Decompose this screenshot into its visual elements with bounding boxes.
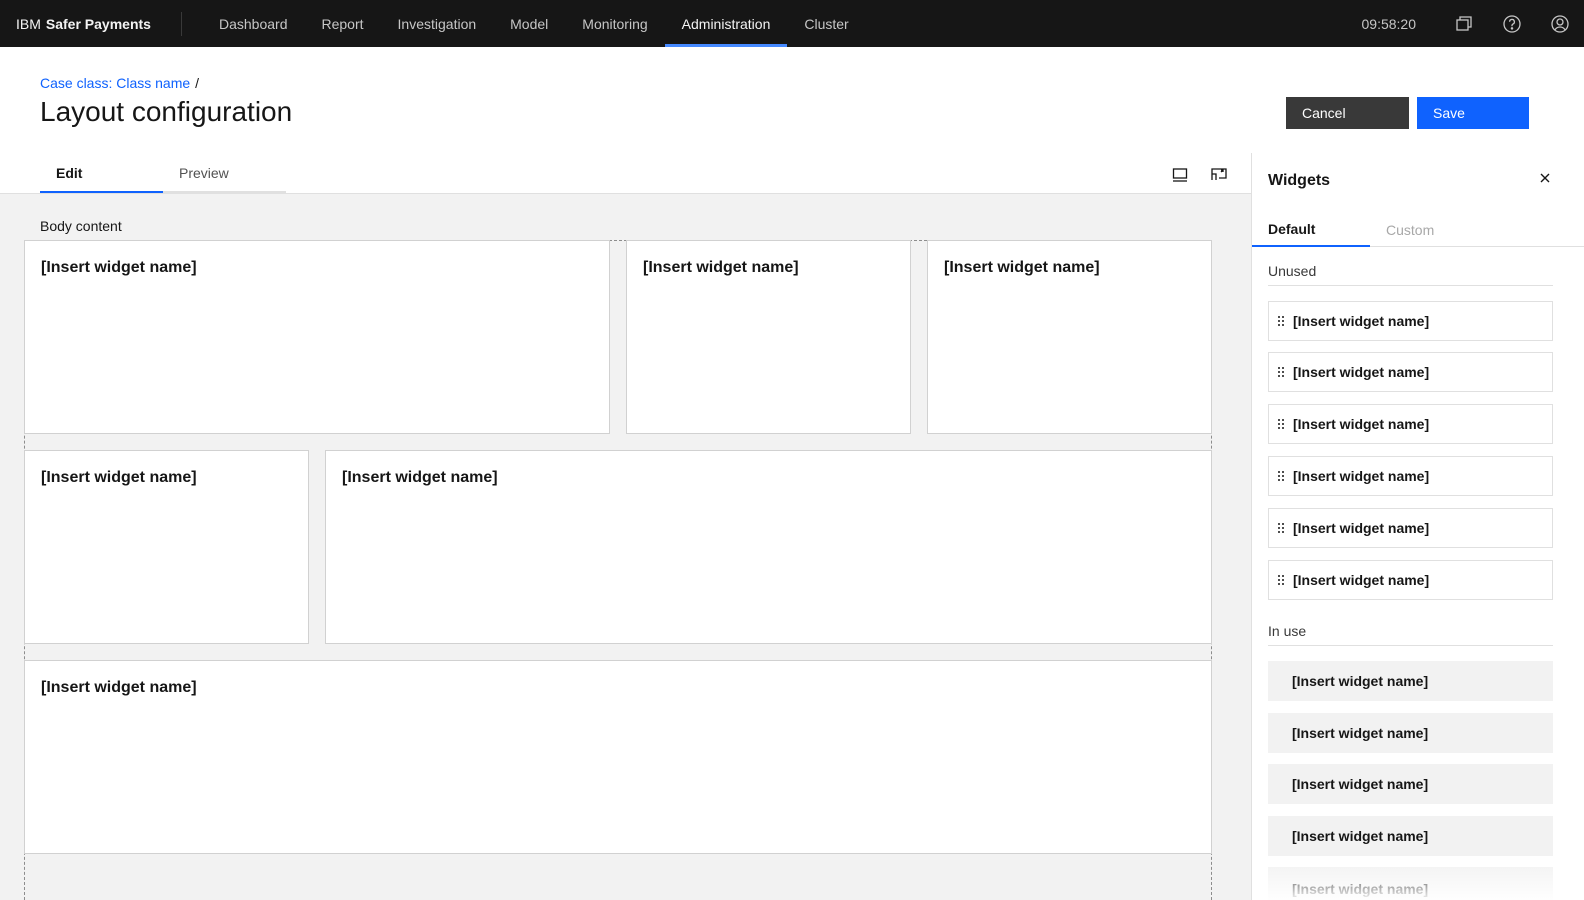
breadcrumb-link-case-class[interactable]: Case class: Class name — [40, 75, 190, 91]
layout-widget[interactable]: [Insert widget name] — [325, 450, 1212, 644]
nav-item-investigation[interactable]: Investigation — [381, 0, 494, 47]
in-use-widget-item: [Insert widget name] — [1268, 816, 1553, 856]
header-global-actions: 09:58:20 — [1362, 0, 1584, 47]
widget-item-label: [Insert widget name] — [1292, 881, 1429, 897]
save-button[interactable]: Save — [1417, 97, 1529, 129]
widget-item-label: [Insert widget name] — [1292, 725, 1429, 741]
widget-title: [Insert widget name] — [41, 259, 197, 276]
widget-title: [Insert widget name] — [41, 679, 197, 696]
widget-item-label: [Insert widget name] — [1292, 673, 1429, 689]
tab-edit[interactable]: Edit — [40, 155, 163, 193]
panel-tabs: Default Custom — [1252, 213, 1584, 247]
layout-widget[interactable]: [Insert widget name] — [927, 240, 1212, 434]
fit-to-screen-icon[interactable] — [1207, 163, 1231, 187]
widget-item-label: [Insert widget name] — [1293, 313, 1430, 329]
drag-handle-icon[interactable] — [1277, 315, 1293, 327]
panel-title: Widgets — [1268, 172, 1331, 189]
tab-custom[interactable]: Custom — [1370, 213, 1488, 247]
in-use-widget-item: [Insert widget name] — [1268, 661, 1553, 701]
close-icon[interactable] — [1536, 169, 1554, 187]
brand-logo[interactable]: IBM Safer Payments — [0, 11, 182, 36]
widget-title: [Insert widget name] — [342, 469, 498, 486]
desktop-view-icon[interactable] — [1168, 163, 1192, 187]
clock: 09:58:20 — [1361, 15, 1417, 32]
widget-item-label: [Insert widget name] — [1292, 776, 1429, 792]
layout-widget[interactable]: [Insert widget name] — [24, 240, 610, 434]
body-content-label: Body content — [40, 218, 122, 234]
drag-handle-icon[interactable] — [1277, 418, 1293, 430]
unused-widget-item[interactable]: [Insert widget name] — [1268, 352, 1553, 392]
brand-name: Safer Payments — [45, 15, 151, 32]
nav-item-administration[interactable]: Administration — [664, 0, 788, 47]
main-nav: Dashboard Report Investigation Model Mon… — [202, 0, 866, 47]
widget-item-label: [Insert widget name] — [1293, 468, 1430, 484]
in-use-section-label: In use — [1268, 623, 1553, 646]
drag-handle-icon[interactable] — [1277, 470, 1293, 482]
user-avatar-icon[interactable] — [1536, 0, 1584, 47]
widget-title: [Insert widget name] — [41, 469, 197, 486]
tab-default[interactable]: Default — [1252, 213, 1370, 247]
widget-item-label: [Insert widget name] — [1293, 520, 1430, 536]
switcher-icon[interactable] — [1440, 0, 1488, 47]
nav-item-monitoring[interactable]: Monitoring — [565, 0, 664, 47]
help-icon[interactable] — [1488, 0, 1536, 47]
nav-item-model[interactable]: Model — [493, 0, 565, 47]
drag-handle-icon[interactable] — [1277, 574, 1293, 586]
layout-widget[interactable]: [Insert widget name] — [24, 660, 1212, 854]
unused-widget-item[interactable]: [Insert widget name] — [1268, 560, 1553, 600]
unused-widget-item[interactable]: [Insert widget name] — [1268, 404, 1553, 444]
unused-widget-item[interactable]: [Insert widget name] — [1268, 456, 1553, 496]
drag-handle-icon[interactable] — [1277, 522, 1293, 534]
layout-widget[interactable]: [Insert widget name] — [626, 240, 911, 434]
drag-handle-icon[interactable] — [1277, 366, 1293, 378]
widgets-panel: Widgets Default Custom Unused [Insert wi… — [1251, 153, 1584, 900]
in-use-widget-item: [Insert widget name] — [1268, 764, 1553, 804]
layout-widget[interactable]: [Insert widget name] — [24, 450, 309, 644]
widget-item-label: [Insert widget name] — [1292, 828, 1429, 844]
tab-preview[interactable]: Preview — [163, 155, 286, 193]
widget-title: [Insert widget name] — [944, 259, 1100, 276]
page-title: Layout configuration — [40, 96, 293, 127]
breadcrumb-separator: / — [195, 75, 200, 91]
widget-item-label: [Insert widget name] — [1293, 572, 1430, 588]
in-use-widget-item: [Insert widget name] — [1268, 713, 1553, 753]
nav-item-dashboard[interactable]: Dashboard — [202, 0, 305, 47]
nav-item-cluster[interactable]: Cluster — [787, 0, 865, 47]
widget-item-label: [Insert widget name] — [1293, 416, 1430, 432]
unused-widget-item[interactable]: [Insert widget name] — [1268, 508, 1553, 548]
top-navigation-bar: IBM Safer Payments Dashboard Report Inve… — [0, 0, 1584, 47]
unused-section-label: Unused — [1268, 263, 1553, 286]
widget-title: [Insert widget name] — [643, 259, 799, 276]
nav-item-report[interactable]: Report — [305, 0, 381, 47]
unused-widget-item[interactable]: [Insert widget name] — [1268, 301, 1553, 341]
in-use-widget-item: [Insert widget name] — [1268, 867, 1553, 900]
brand-prefix: IBM — [16, 15, 41, 32]
editor-tabs: Edit Preview — [40, 155, 286, 193]
cancel-button[interactable]: Cancel — [1286, 97, 1409, 129]
widget-item-label: [Insert widget name] — [1293, 364, 1430, 380]
breadcrumb: Case class: Class name / — [40, 75, 199, 91]
